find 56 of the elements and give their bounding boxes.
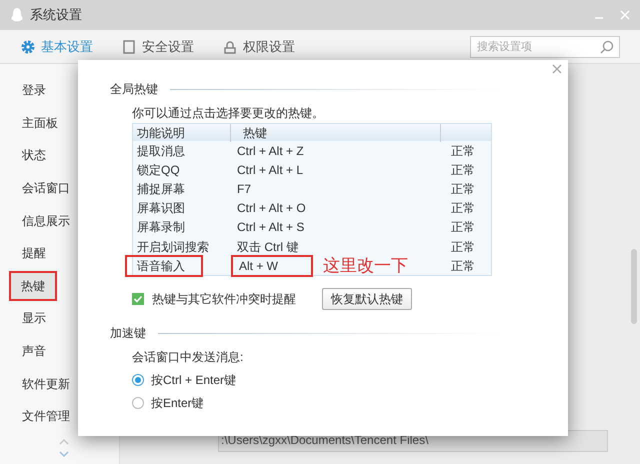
status-cell-text: 正常 bbox=[451, 238, 475, 256]
annotation-text: 这里改一下 bbox=[323, 257, 408, 274]
restore-defaults-button[interactable]: 恢复默认热键 bbox=[322, 288, 412, 310]
function-cell[interactable]: 捕捉屏幕 bbox=[137, 180, 185, 198]
status-cell-text: 正常 bbox=[451, 180, 475, 198]
hotkey-cell[interactable]: Ctrl + Alt + O bbox=[237, 199, 306, 218]
search-icon bbox=[600, 40, 614, 54]
option-label: 会话窗口中发送消息: bbox=[132, 349, 244, 366]
column-header: 功能说明 bbox=[137, 126, 185, 140]
hotkey-cell[interactable]: 双击 Ctrl 键 bbox=[237, 238, 298, 256]
status-cell-text: 正常 bbox=[451, 142, 475, 160]
sidebar-item[interactable]: 声音 bbox=[12, 338, 56, 364]
function-cell[interactable]: 锁定QQ bbox=[137, 160, 180, 179]
hint-text: 你可以通过点击选择要更改的热键。 bbox=[132, 105, 325, 122]
section-title: 加速键 bbox=[110, 325, 146, 342]
search-field[interactable]: 搜索设置项 bbox=[470, 36, 620, 58]
sidebar-item[interactable]: 信息展示 bbox=[12, 208, 80, 234]
lock-icon bbox=[222, 38, 238, 54]
hotkey-cell[interactable]: Ctrl + Alt + Z bbox=[237, 142, 304, 160]
scrollbar[interactable] bbox=[631, 249, 637, 324]
hotkey-cell[interactable]: F7 bbox=[237, 180, 252, 198]
hotkey-cell[interactable]: Ctrl + Alt + L bbox=[237, 160, 304, 179]
settings-tab[interactable]: 权限设置 bbox=[222, 36, 295, 56]
checkbox[interactable] bbox=[132, 293, 144, 306]
window-title: 系统设置 bbox=[30, 6, 82, 24]
sidebar-item[interactable]: 文件管理 bbox=[12, 403, 80, 430]
status-cell-text: 正常 bbox=[451, 219, 475, 236]
penguin-icon bbox=[10, 7, 24, 23]
status-cell-text: 正常 bbox=[451, 200, 475, 218]
function-cell[interactable]: 语音输入 bbox=[125, 254, 203, 277]
function-cell[interactable]: 屏幕录制 bbox=[137, 218, 185, 236]
column-header: 热键 bbox=[243, 126, 267, 140]
sidebar-item[interactable]: 软件更新 bbox=[12, 370, 80, 397]
sidebar-item[interactable]: 显示 bbox=[12, 305, 56, 332]
radio-button[interactable] bbox=[132, 374, 144, 386]
sidebar-item[interactable]: 主面板 bbox=[12, 110, 68, 136]
status-cell-text: 正常 bbox=[451, 258, 475, 275]
sidebar-item[interactable]: 提醒 bbox=[12, 240, 56, 266]
gear-icon bbox=[20, 38, 36, 54]
hotkey-cell[interactable]: Alt + W bbox=[231, 254, 313, 277]
settings-tab[interactable]: 安全设置 bbox=[121, 36, 194, 56]
hotkey-cell[interactable]: Ctrl + Alt + S bbox=[237, 218, 304, 236]
function-cell[interactable]: 提取消息 bbox=[137, 142, 185, 160]
section-title: 全局热键 bbox=[110, 81, 158, 98]
close-icon[interactable] bbox=[552, 64, 562, 74]
radio-label: 按Ctrl + Enter键 bbox=[151, 372, 236, 390]
status-cell-text: 正常 bbox=[451, 162, 475, 179]
sidebar-item[interactable]: 登录 bbox=[12, 77, 56, 104]
function-cell[interactable]: 开启划词搜索 bbox=[137, 238, 209, 256]
checkbox-label: 热键与其它软件冲突时提醒 bbox=[152, 291, 297, 308]
radio-button[interactable] bbox=[132, 397, 144, 410]
sidebar-item[interactable]: 状态 bbox=[12, 142, 56, 168]
sidebar-item[interactable]: 热键 bbox=[9, 270, 57, 301]
sidebar-item[interactable]: 会话窗口 bbox=[12, 175, 80, 202]
radio-label: 按Enter键 bbox=[151, 395, 204, 412]
function-cell[interactable]: 屏幕识图 bbox=[137, 199, 185, 218]
